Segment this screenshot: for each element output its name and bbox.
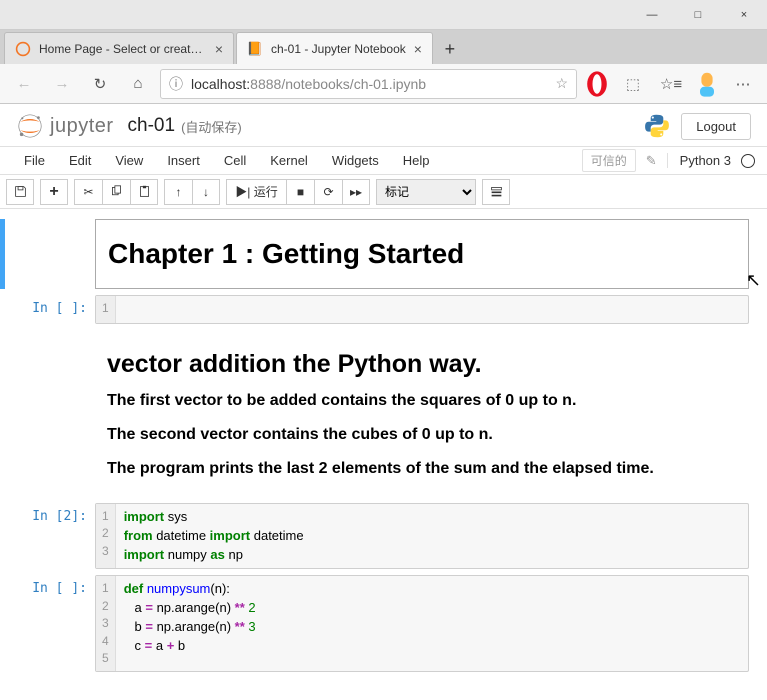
menu-cell[interactable]: Cell — [212, 153, 258, 168]
run-button[interactable]: ▶| 运行 — [226, 179, 286, 205]
paste-button[interactable] — [130, 179, 158, 205]
notebook-container: Chapter 1 : Getting Started In [ ]: 1 ve… — [0, 209, 767, 693]
cell-prompt: In [ ]: — [0, 575, 95, 672]
cell-type-select[interactable]: 标记 — [376, 179, 476, 205]
window-minimize-button[interactable]: — — [629, 0, 675, 30]
heading-h1: Chapter 1 : Getting Started — [108, 238, 736, 270]
nav-forward-button[interactable]: → — [46, 68, 78, 100]
menu-widgets[interactable]: Widgets — [320, 153, 391, 168]
nav-home-button[interactable]: ⌂ — [122, 68, 154, 100]
notebook-name[interactable]: ch-01 — [128, 115, 176, 137]
nav-refresh-button[interactable]: ↻ — [84, 68, 116, 100]
interrupt-button[interactable]: ■ — [286, 179, 314, 205]
jupyter-menubar: File Edit View Insert Cell Kernel Widget… — [0, 147, 767, 175]
cell-prompt — [0, 330, 95, 497]
add-cell-button[interactable]: + — [40, 179, 68, 205]
menu-file[interactable]: File — [12, 153, 57, 168]
code-text[interactable] — [116, 296, 136, 323]
code-editor[interactable]: 12345 def numpysum(n): a = np.arange(n) … — [95, 575, 749, 672]
move-down-button[interactable]: ↓ — [192, 179, 220, 205]
markdown-cell[interactable]: Chapter 1 : Getting Started — [0, 219, 749, 289]
autosave-status: (自动保存) — [181, 117, 242, 136]
tab-title: ch-01 - Jupyter Notebook — [271, 42, 406, 56]
restart-run-all-button[interactable]: ▸▸ — [342, 179, 370, 205]
url-input[interactable]: ⓘ localhost:8888/notebooks/ch-01.ipynb ☆ — [160, 69, 577, 99]
jupyter-logo-icon — [16, 112, 44, 140]
cell-prompt: In [2]: — [0, 503, 95, 570]
command-palette-button[interactable] — [482, 179, 510, 205]
menu-button[interactable]: ⋯ — [727, 68, 759, 100]
code-cell[interactable]: In [2]: 123 import sys from datetime imp… — [0, 503, 749, 570]
browser-tab-notebook[interactable]: 📙 ch-01 - Jupyter Notebook × — [236, 32, 433, 64]
extension-opera-icon[interactable] — [583, 70, 611, 98]
menu-insert[interactable]: Insert — [155, 153, 212, 168]
browser-tab-home[interactable]: Home Page - Select or create a n × — [4, 32, 234, 64]
paragraph: The second vector contains the cubes of … — [107, 423, 737, 447]
code-text[interactable]: import sys from datetime import datetime… — [116, 504, 312, 569]
notebook-scroll-area[interactable]: Chapter 1 : Getting Started In [ ]: 1 ve… — [0, 209, 767, 693]
kernel-status-icon — [741, 154, 755, 168]
cut-button[interactable]: ✂ — [74, 179, 102, 205]
window-close-button[interactable]: × — [721, 0, 767, 30]
paragraph: The program prints the last 2 elements o… — [107, 457, 737, 481]
url-text: localhost:8888/notebooks/ch-01.ipynb — [191, 76, 426, 92]
window-titlebar: — □ × — [0, 0, 767, 30]
save-button[interactable] — [6, 179, 34, 205]
line-gutter: 12345 — [96, 576, 116, 671]
restart-button[interactable]: ⟳ — [314, 179, 342, 205]
code-cell[interactable]: In [ ]: 12345 def numpysum(n): a = np.ar… — [0, 575, 749, 672]
tab-close-icon[interactable]: × — [215, 41, 223, 57]
copy-button[interactable] — [102, 179, 130, 205]
extension-slot-icon[interactable]: ⬚ — [617, 68, 649, 100]
menu-view[interactable]: View — [103, 153, 155, 168]
kernel-name[interactable]: Python 3 — [667, 153, 731, 168]
logout-button[interactable]: Logout — [681, 113, 751, 140]
window-maximize-button[interactable]: □ — [675, 0, 721, 30]
code-cell[interactable]: In [ ]: 1 — [0, 295, 749, 324]
markdown-cell[interactable]: vector addition the Python way. The firs… — [0, 330, 749, 497]
cell-prompt: In [ ]: — [0, 295, 95, 324]
heading-h2: vector addition the Python way. — [107, 350, 737, 379]
favorite-icon[interactable]: ☆ — [555, 75, 568, 92]
line-gutter: 123 — [96, 504, 116, 569]
edit-indicator-icon: ✎ — [646, 153, 657, 169]
code-editor[interactable]: 123 import sys from datetime import date… — [95, 503, 749, 570]
menu-edit[interactable]: Edit — [57, 153, 103, 168]
jupyter-toolbar: + ✂ ↑ ↓ ▶| 运行 ■ ⟳ ▸▸ 标记 — [0, 175, 767, 209]
jupyter-brand-text: jupyter — [50, 115, 114, 138]
python-logo-icon — [643, 112, 671, 140]
tab-close-icon[interactable]: × — [414, 41, 422, 57]
site-info-icon[interactable]: ⓘ — [169, 74, 183, 94]
menu-kernel[interactable]: Kernel — [258, 153, 320, 168]
jupyter-logo[interactable]: jupyter — [16, 112, 114, 140]
cell-prompt — [0, 219, 95, 289]
code-editor[interactable]: 1 — [95, 295, 749, 324]
menu-help[interactable]: Help — [391, 153, 442, 168]
line-gutter: 1 — [96, 296, 116, 323]
new-tab-button[interactable]: + — [435, 34, 465, 64]
profile-avatar-icon[interactable] — [693, 70, 721, 98]
code-text[interactable]: def numpysum(n): a = np.arange(n) ** 2 b… — [116, 576, 264, 671]
trusted-indicator[interactable]: 可信的 — [582, 149, 636, 172]
favorites-button[interactable]: ☆≡ — [655, 68, 687, 100]
jupyter-favicon-icon — [15, 41, 31, 57]
tab-title: Home Page - Select or create a n — [39, 42, 207, 56]
nav-back-button[interactable]: ← — [8, 68, 40, 100]
notebook-favicon-icon: 📙 — [247, 41, 263, 57]
move-up-button[interactable]: ↑ — [164, 179, 192, 205]
jupyter-header: jupyter ch-01 (自动保存) Logout — [0, 104, 767, 147]
browser-tabstrip: Home Page - Select or create a n × 📙 ch-… — [0, 30, 767, 64]
browser-address-bar: ← → ↻ ⌂ ⓘ localhost:8888/notebooks/ch-01… — [0, 64, 767, 104]
paragraph: The first vector to be added contains th… — [107, 389, 737, 413]
